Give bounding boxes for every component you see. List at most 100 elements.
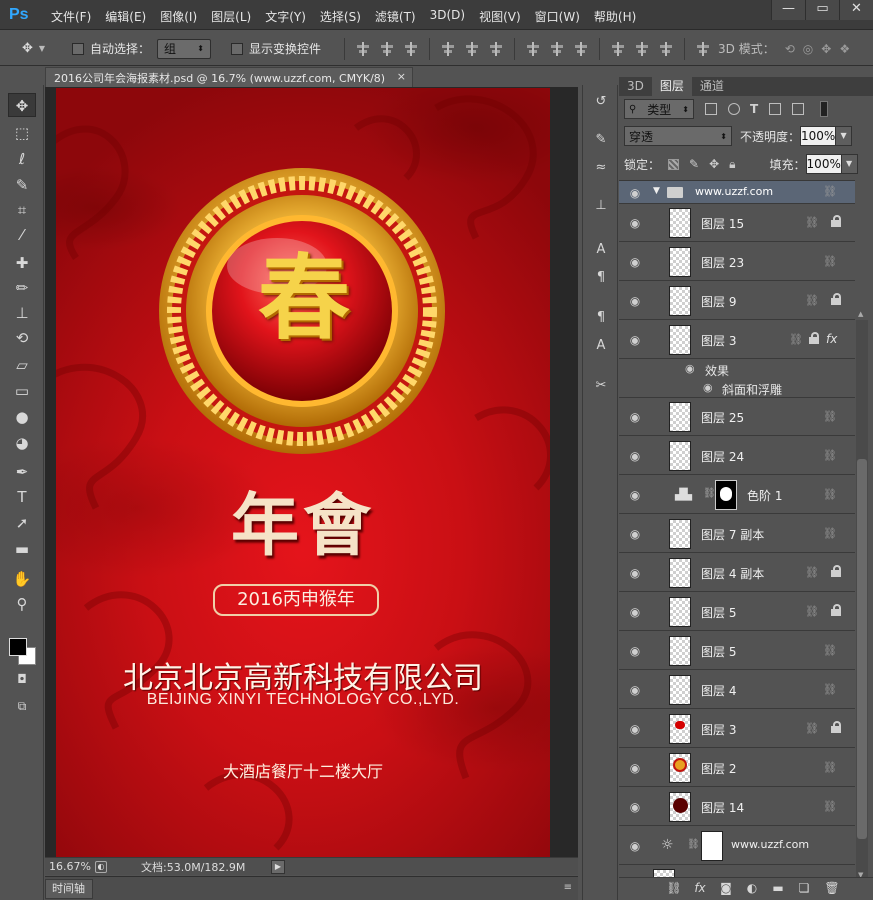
status-menu-arrow-icon[interactable]: ▶: [271, 859, 285, 874]
visibility-eye-icon[interactable]: ◉: [627, 604, 643, 620]
lasso-tool-icon[interactable]: ℓ: [8, 147, 36, 171]
align-hcenter-icon[interactable]: [465, 41, 479, 56]
history-panel-icon[interactable]: ↺: [590, 91, 612, 113]
visibility-eye-icon[interactable]: ◉: [627, 643, 643, 659]
align-top-icon[interactable]: [356, 41, 370, 56]
visibility-eye-icon[interactable]: ◉: [627, 838, 643, 854]
panel-menu-icon[interactable]: ≡: [564, 882, 572, 893]
visibility-eye-icon[interactable]: ◉: [627, 215, 643, 231]
lock-image-pixels-icon[interactable]: ✎: [689, 157, 699, 171]
layer-row[interactable]: ◉ 图层 15 ⛓: [619, 204, 855, 242]
fx-icon[interactable]: fx: [826, 332, 837, 346]
character-panel-icon[interactable]: A: [590, 239, 612, 261]
link-layers-icon[interactable]: ⛓: [665, 881, 683, 897]
brush-panel-icon[interactable]: ✎: [590, 129, 612, 151]
layer-mask-thumbnail[interactable]: [701, 831, 723, 861]
pen-tool-icon[interactable]: ✒: [8, 460, 36, 484]
tab-3d[interactable]: 3D: [619, 77, 652, 96]
paragraph-panel-icon[interactable]: ¶: [590, 267, 612, 289]
visibility-eye-icon[interactable]: ◉: [627, 682, 643, 698]
opacity-input[interactable]: 100%: [800, 126, 837, 146]
foreground-color-swatch[interactable]: [9, 638, 27, 656]
layer-row[interactable]: ◉ 图层 2 ⛓: [619, 749, 855, 787]
crop-tool-icon[interactable]: ⌗: [8, 198, 36, 222]
menu-3d[interactable]: 3D(D): [423, 8, 472, 25]
filter-type-icon[interactable]: T: [750, 102, 758, 116]
layer-group-row[interactable]: ◉ ▼ www.uzzf.com ⛓: [619, 181, 855, 204]
history-brush-tool-icon[interactable]: ⟲: [8, 326, 36, 350]
lock-all-icon[interactable]: 🔒︎: [729, 157, 735, 172]
layer-filter-dropdown[interactable]: ⚲ 类型 ⬍: [624, 99, 694, 119]
blend-mode-dropdown[interactable]: 穿透 ⬍: [624, 126, 732, 146]
visibility-eye-icon[interactable]: ◉: [627, 565, 643, 581]
layer-row[interactable]: ◉ 图层 5 ⛓: [619, 593, 855, 631]
menu-help[interactable]: 帮助(H): [587, 8, 643, 25]
quick-mask-icon[interactable]: ◘: [8, 667, 36, 691]
scrollbar-thumb[interactable]: [857, 459, 867, 839]
show-transform-checkbox[interactable]: [231, 42, 243, 55]
healing-brush-tool-icon[interactable]: ✚: [8, 251, 36, 275]
3d-roll-icon[interactable]: ◎: [803, 42, 813, 56]
layer-row[interactable]: ◉ 图层 5 ⛓: [619, 632, 855, 670]
clone-stamp-tool-icon[interactable]: ⊥: [8, 301, 36, 325]
auto-select-dropdown[interactable]: 组 ⬍: [157, 38, 211, 59]
eraser-tool-icon[interactable]: ▱: [8, 353, 36, 377]
quick-select-tool-icon[interactable]: ✎: [8, 173, 36, 197]
scroll-up-icon[interactable]: ▲: [858, 310, 863, 318]
3d-slide-icon[interactable]: ❖: [839, 42, 850, 56]
distribute-top-icon[interactable]: [526, 41, 540, 56]
screen-mode-icon[interactable]: ⧉: [8, 694, 36, 718]
visibility-eye-icon[interactable]: ◉: [627, 526, 643, 542]
fill-input[interactable]: 100%: [805, 154, 842, 174]
visibility-eye-icon[interactable]: ◉: [627, 799, 643, 815]
layer-mask-thumbnail[interactable]: [715, 480, 737, 510]
add-mask-icon[interactable]: ◙: [717, 881, 735, 897]
distribute-bottom-icon[interactable]: [574, 41, 588, 56]
brush-tool-icon[interactable]: ✏: [8, 276, 36, 300]
move-tool-preset[interactable]: ✥ ▼: [22, 31, 45, 66]
align-vcenter-icon[interactable]: [380, 41, 394, 56]
document-tab[interactable]: 2016公司年会海报素材.psd @ 16.7% (www.uzzf.com, …: [45, 67, 413, 87]
menu-filter[interactable]: 滤镜(T): [368, 8, 423, 25]
close-window-button[interactable]: ✕: [839, 0, 873, 20]
menu-edit[interactable]: 编辑(E): [98, 8, 153, 25]
menu-layer[interactable]: 图层(L): [204, 8, 258, 25]
distribute-vcenter-icon[interactable]: [550, 41, 564, 56]
layer-row[interactable]: ◉ 图层 25 ⛓: [619, 398, 855, 436]
menu-select[interactable]: 选择(S): [313, 8, 368, 25]
layer-row[interactable]: ◉ 图层 3 ⛓: [619, 710, 855, 748]
layer-row[interactable]: ◉ 图层 7 副本 ⛓: [619, 515, 855, 553]
poster-canvas[interactable]: 春 年會 2016丙申猴年 北京北京高新科技有限公司 BEIJING XINYI…: [56, 88, 550, 857]
align-bottom-icon[interactable]: [404, 41, 418, 56]
brush-presets-icon[interactable]: ≈: [590, 157, 612, 179]
tab-channels[interactable]: 通道: [692, 77, 732, 96]
zoom-tool-icon[interactable]: ⚲: [8, 592, 36, 616]
text-layer-row[interactable]: ◉ ☼ ⛓ www.uzzf.com: [619, 827, 855, 865]
opacity-slider-toggle[interactable]: ▼: [836, 126, 853, 146]
zoom-level[interactable]: 16.67%: [49, 860, 95, 873]
menu-image[interactable]: 图像(I): [153, 8, 204, 25]
filter-adjustment-icon[interactable]: [728, 103, 740, 115]
visibility-eye-icon[interactable]: ◉: [627, 448, 643, 464]
add-layer-style-icon[interactable]: fx: [691, 881, 709, 897]
align-right-icon[interactable]: [489, 41, 503, 56]
align-left-icon[interactable]: [441, 41, 455, 56]
filter-pixel-icon[interactable]: [705, 103, 717, 115]
layer-row[interactable]: ◉ 图层 24 ⛓: [619, 437, 855, 475]
marquee-tool-icon[interactable]: ⬚: [8, 121, 36, 145]
fill-slider-toggle[interactable]: ▼: [841, 154, 858, 174]
move-tool-icon[interactable]: ✥: [8, 93, 36, 117]
path-select-tool-icon[interactable]: ➚: [8, 511, 36, 535]
layer-row[interactable]: ◉ 图层 3 ⛓ fx: [619, 321, 855, 359]
character-styles-icon[interactable]: A: [590, 335, 612, 357]
clone-source-icon[interactable]: ⊥: [590, 195, 612, 217]
trash-icon[interactable]: 🗑︎: [823, 881, 841, 897]
paragraph-styles-icon[interactable]: ¶: [590, 307, 612, 329]
hand-tool-icon[interactable]: ✋: [8, 567, 36, 591]
lock-transparent-pixels-icon[interactable]: [668, 158, 680, 170]
3d-rotate-icon[interactable]: ⟲: [785, 42, 795, 56]
adjustment-layer-icon[interactable]: ◐: [743, 881, 761, 897]
visibility-eye-icon[interactable]: ◉: [627, 293, 643, 309]
dodge-tool-icon[interactable]: ◕: [8, 431, 36, 455]
shape-tool-icon[interactable]: ▬: [8, 537, 36, 561]
